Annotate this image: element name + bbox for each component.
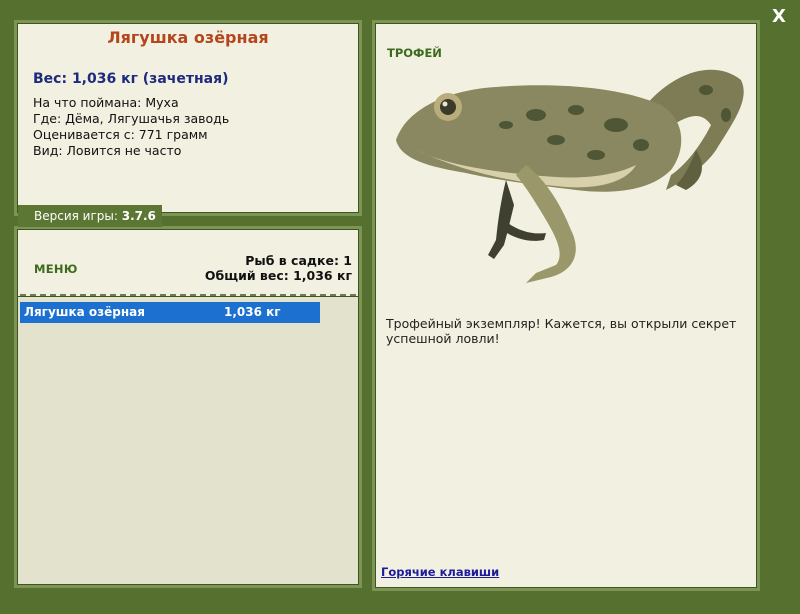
hotkeys-link[interactable]: Горячие клавиши — [381, 565, 499, 579]
fish-title: Лягушка озёрная — [107, 28, 269, 47]
version-label: Версия игры: — [34, 209, 118, 223]
keepnet-total: Общий вес: 1,036 кг — [204, 268, 352, 283]
fish-weight: Вес: 1,036 кг (зачетная) — [33, 71, 229, 87]
catch-list-row[interactable]: Лягушка озёрная 1,036 кг — [20, 302, 320, 323]
keepnet-stats: Рыб в садке: 1 Общий вес: 1,036 кг — [205, 253, 352, 283]
fish-valued: Оценивается с: 771 грамм — [33, 127, 208, 142]
catch-row-name: Лягушка озёрная — [24, 305, 145, 319]
trophy-description: Трофейный экземпляр! Кажется, вы открыли… — [386, 316, 737, 346]
divider — [20, 294, 356, 296]
game-version: Версия игры: 3.7.6 — [18, 205, 162, 227]
catch-row-weight: 1,036 кг — [224, 305, 281, 319]
close-icon[interactable]: X — [772, 6, 786, 27]
menu-button[interactable]: МЕНЮ — [34, 262, 78, 276]
fish-location: Где: Дёма, Лягушачья заводь — [33, 111, 230, 126]
frog-trophy-image — [396, 69, 744, 283]
version-value: 3.7.6 — [121, 209, 156, 223]
catch-list-panel — [14, 296, 362, 588]
fish-kind: Вид: Ловится не часто — [33, 143, 182, 158]
keepnet-count: Рыб в садке: 1 — [245, 253, 352, 268]
fish-bait: На что поймана: Муха — [33, 95, 179, 110]
